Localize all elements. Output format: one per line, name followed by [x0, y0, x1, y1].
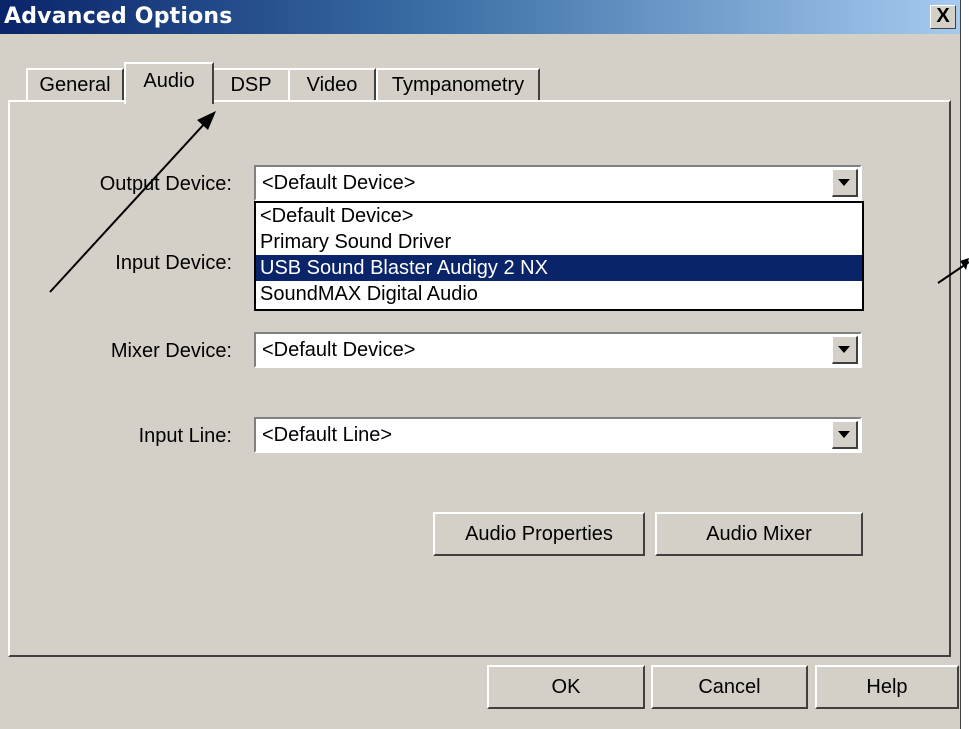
tab-label: Video — [306, 74, 358, 96]
output-device-label: Output Device: — [99, 173, 232, 195]
output-device-dropdown-list[interactable]: <Default Device> Primary Sound Driver US… — [254, 201, 864, 311]
ok-button[interactable]: OK — [487, 665, 645, 709]
mixer-device-select[interactable]: <Default Device> — [254, 332, 862, 368]
mixer-device-value: <Default Device> — [262, 339, 416, 361]
advanced-options-dialog: Advanced Options X General Audio DSP Vid… — [0, 0, 961, 729]
input-line-label: Input Line: — [138, 425, 232, 447]
close-icon: X — [936, 5, 950, 27]
input-line-dropdown-button[interactable] — [832, 421, 858, 449]
tab-label: Tympanometry — [391, 74, 525, 96]
tab-audio[interactable]: Audio — [124, 62, 214, 104]
input-line-select[interactable]: <Default Line> — [254, 417, 862, 453]
close-button[interactable]: X — [930, 5, 956, 29]
tab-label: DSP — [230, 74, 272, 96]
input-device-label: Input Device: — [115, 252, 232, 274]
mixer-device-dropdown-button[interactable] — [832, 336, 858, 364]
tab-general[interactable]: General — [26, 68, 124, 101]
button-label: Help — [866, 676, 908, 698]
tab-label: General — [39, 74, 111, 96]
tab-label: Audio — [143, 70, 195, 92]
button-label: Audio Properties — [465, 523, 613, 545]
chevron-down-icon — [838, 179, 850, 186]
audio-properties-button[interactable]: Audio Properties — [433, 512, 645, 556]
window-title: Advanced Options — [4, 4, 233, 29]
help-button[interactable]: Help — [815, 665, 959, 709]
dropdown-option[interactable]: <Default Device> — [256, 203, 862, 229]
output-device-value: <Default Device> — [262, 172, 416, 194]
title-bar[interactable]: Advanced Options X — [0, 0, 960, 34]
dropdown-option[interactable]: SoundMAX Digital Audio — [256, 281, 862, 307]
output-device-select[interactable]: <Default Device> — [254, 165, 862, 201]
chevron-down-icon — [838, 346, 850, 353]
cancel-button[interactable]: Cancel — [651, 665, 808, 709]
input-line-value: <Default Line> — [262, 424, 393, 446]
dropdown-option-selected[interactable]: USB Sound Blaster Audigy 2 NX — [256, 255, 862, 281]
tab-tympanometry[interactable]: Tympanometry — [376, 68, 540, 101]
button-label: Audio Mixer — [706, 523, 812, 545]
tab-video[interactable]: Video — [288, 68, 376, 101]
button-label: OK — [551, 676, 581, 698]
dropdown-option[interactable]: Primary Sound Driver — [256, 229, 862, 255]
button-label: Cancel — [698, 676, 761, 698]
output-device-dropdown-button[interactable] — [832, 169, 858, 197]
mixer-device-label: Mixer Device: — [110, 340, 232, 362]
audio-mixer-button[interactable]: Audio Mixer — [655, 512, 863, 556]
chevron-down-icon — [838, 431, 850, 438]
tab-dsp[interactable]: DSP — [212, 68, 290, 101]
